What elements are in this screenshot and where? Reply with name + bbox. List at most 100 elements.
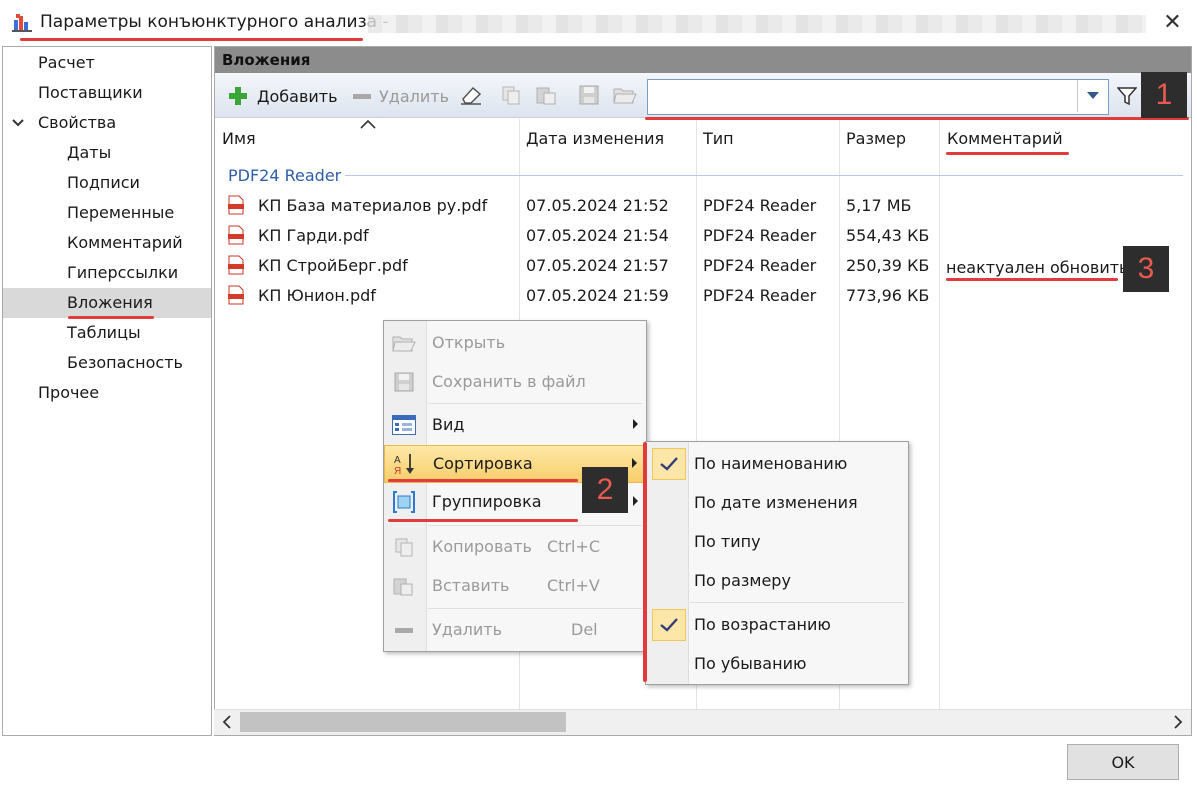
eraser-icon[interactable] — [459, 85, 483, 105]
group-header-label[interactable]: PDF24 Reader — [228, 166, 341, 185]
nav-item-comment[interactable]: Комментарий — [67, 228, 183, 258]
sort-by-type[interactable]: По типу — [646, 524, 908, 560]
paste-icon[interactable] — [535, 85, 557, 105]
menu-item-group-label: Группировка — [432, 492, 542, 511]
file-name: КП База материалов ру.pdf — [258, 196, 488, 215]
sort-descending[interactable]: По убыванию — [646, 646, 908, 682]
sort-caret-icon — [360, 120, 376, 129]
submenu-arrow-icon — [633, 419, 638, 429]
sort-by-name[interactable]: По наименованию — [646, 446, 908, 482]
sort-by-size[interactable]: По размеру — [646, 563, 908, 599]
file-date: 07.05.2024 21:57 — [526, 256, 669, 275]
sort-by-size-label: По размеру — [694, 571, 791, 590]
menu-item-paste[interactable]: Вставить Ctrl+V — [384, 568, 646, 604]
scroll-right-icon[interactable] — [1173, 715, 1183, 729]
submenu-arrow-icon — [632, 458, 637, 468]
column-header-comment[interactable]: Комментарий — [947, 129, 1063, 148]
nav-item-security[interactable]: Безопасность — [67, 348, 183, 378]
sort-by-type-label: По типу — [694, 532, 761, 551]
scroll-left-icon[interactable] — [222, 715, 232, 729]
chevron-down-icon[interactable] — [12, 118, 24, 128]
open-folder-icon[interactable] — [613, 85, 637, 105]
copy-icon[interactable] — [501, 85, 521, 105]
nav-item-tables[interactable]: Таблицы — [67, 318, 141, 348]
delete-button[interactable]: Удалить — [379, 85, 449, 109]
nav-item-attachments-row[interactable]: Вложения — [3, 288, 211, 318]
app-icon — [12, 14, 32, 32]
sort-submenu: По наименованию По дате изменения По тип… — [645, 441, 909, 685]
minus-icon — [353, 94, 371, 99]
close-button[interactable]: ✕ — [1148, 0, 1197, 44]
sort-by-name-label: По наименованию — [694, 454, 848, 473]
menu-item-sort-label: Сортировка — [433, 454, 533, 473]
menu-separator — [428, 403, 642, 404]
nav-item-raschet[interactable]: Расчет — [38, 48, 95, 78]
menu-separator — [428, 525, 642, 526]
minus-icon — [395, 628, 413, 633]
column-header-date[interactable]: Дата изменения — [526, 129, 664, 148]
menu-item-paste-label: Вставить — [432, 576, 510, 595]
file-size: 250,39 КБ — [846, 256, 930, 275]
menu-item-copy-label: Копировать — [432, 537, 532, 556]
column-header-size[interactable]: Размер — [846, 129, 906, 148]
file-date: 07.05.2024 21:54 — [526, 226, 669, 245]
checkmark-icon — [652, 448, 686, 480]
sort-by-date-label: По дате изменения — [694, 493, 858, 512]
menu-separator — [690, 602, 904, 603]
scrollbar-thumb[interactable] — [240, 712, 566, 732]
annotation-badge-1: 1 — [1141, 72, 1187, 118]
menu-item-delete[interactable]: Удалить Del — [384, 612, 646, 648]
nav-item-suppliers[interactable]: Поставщики — [38, 78, 143, 108]
file-comment: неактуален обновить — [946, 258, 1129, 277]
copy-icon — [395, 538, 413, 557]
pdf-file-icon — [228, 225, 244, 245]
menu-item-copy-shortcut: Ctrl+C — [547, 537, 601, 556]
menu-item-delete-shortcut: Del — [571, 620, 598, 639]
add-icon — [229, 87, 247, 105]
ok-button[interactable]: OK — [1067, 744, 1179, 780]
menu-item-copy[interactable]: Копировать Ctrl+C — [384, 529, 646, 565]
pdf-file-icon — [228, 285, 244, 305]
group-brackets-icon — [393, 491, 415, 513]
svg-text:Я: Я — [394, 466, 401, 476]
comment-underline — [946, 278, 1118, 281]
pane-header: Вложения — [215, 47, 1191, 73]
menu-item-open[interactable]: Открыть — [384, 325, 646, 361]
nav-item-variables[interactable]: Переменные — [67, 198, 174, 228]
add-button[interactable]: Добавить — [257, 85, 338, 109]
sort-descending-label: По убыванию — [694, 654, 807, 673]
nav-item-dates[interactable]: Даты — [67, 138, 111, 168]
column-header-name[interactable]: Имя — [222, 129, 256, 148]
file-size: 773,96 КБ — [846, 286, 930, 305]
checkmark-icon — [652, 609, 686, 641]
annotation-badge-2: 2 — [582, 467, 628, 513]
menu-separator — [428, 608, 642, 609]
file-type: PDF24 Reader — [703, 256, 817, 275]
filter-icon[interactable] — [1117, 87, 1137, 105]
menu-item-save-to-file[interactable]: Сохранить в файл — [384, 364, 646, 400]
menu-item-view-label: Вид — [432, 415, 465, 434]
file-size: 554,43 КБ — [846, 226, 930, 245]
menu-item-view[interactable]: Вид — [384, 407, 646, 443]
nav-item-hyperlinks[interactable]: Гиперссылки — [67, 258, 178, 288]
group-underline — [388, 519, 578, 522]
column-divider — [939, 119, 940, 709]
window-title: Параметры конъюнктурного анализа - — [40, 12, 389, 32]
title-redacted-area — [368, 15, 1146, 33]
search-dropdown-button[interactable] — [1077, 80, 1108, 112]
sort-ascending-label: По возрастанию — [694, 615, 831, 634]
file-name: КП СтройБерг.pdf — [258, 256, 408, 275]
save-icon[interactable] — [579, 85, 599, 105]
title-underline — [20, 38, 363, 41]
menu-item-open-label: Открыть — [432, 333, 506, 352]
open-folder-icon — [392, 336, 416, 352]
sort-ascending[interactable]: По возрастанию — [646, 607, 908, 643]
nav-item-other[interactable]: Прочее — [38, 378, 99, 408]
sort-underline — [388, 479, 578, 482]
submenu-sideline — [643, 442, 647, 682]
column-header-type[interactable]: Тип — [703, 129, 734, 148]
sort-by-date[interactable]: По дате изменения — [646, 485, 908, 521]
nav-item-properties[interactable]: Свойства — [38, 108, 116, 138]
search-input[interactable] — [647, 79, 1109, 115]
nav-item-signatures[interactable]: Подписи — [67, 168, 140, 198]
